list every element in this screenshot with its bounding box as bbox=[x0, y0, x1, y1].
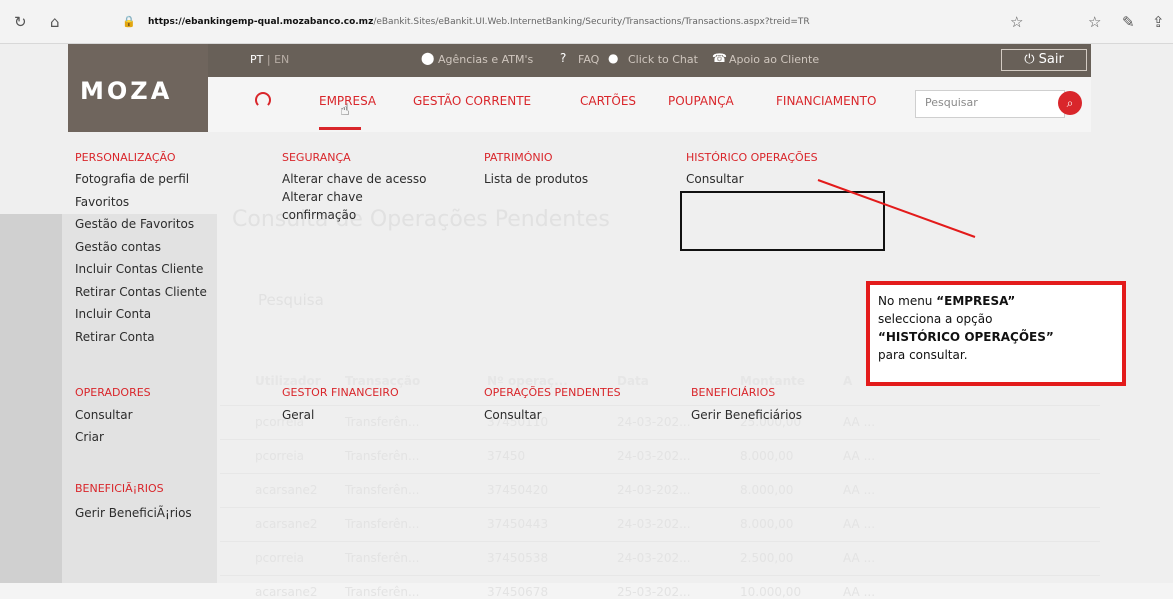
url-path: /eBankit.Sites/eBankit.UI.Web.InternetBa… bbox=[373, 17, 810, 27]
bank-page: MOZA PT | EN ⬤ Agências e ATM's ? FAQ ● … bbox=[0, 44, 1173, 599]
callout-text-2: selecciona a opção bbox=[878, 312, 993, 326]
table-cell: AA ... bbox=[843, 585, 876, 599]
callout-text-1: No menu bbox=[878, 294, 937, 308]
url-host: https://ebankingemp-qual.mozabanco.co.mz bbox=[148, 17, 374, 27]
favorite-icon[interactable]: ☆ bbox=[1010, 14, 1023, 30]
lock-icon: 🔒 bbox=[122, 15, 136, 28]
callout-text-4: para consultar. bbox=[878, 348, 968, 362]
table-cell: 25-03-202... bbox=[617, 585, 691, 599]
browser-toolbar: ↻ ⌂ 🔒 https://ebankingemp-qual.mozabanco… bbox=[0, 0, 1173, 44]
share-icon[interactable]: ⇪ bbox=[1152, 14, 1165, 30]
callout-bold-2: “HISTÓRICO OPERAÇÕES” bbox=[878, 330, 1054, 344]
pen-icon[interactable]: ✎ bbox=[1122, 14, 1135, 30]
favorites-bar-icon[interactable]: ☆ bbox=[1088, 14, 1101, 30]
address-bar[interactable]: https://ebankingemp-qual.mozabanco.co.mz… bbox=[148, 11, 992, 33]
reload-icon[interactable]: ↻ bbox=[14, 14, 27, 30]
instruction-callout: No menu “EMPRESA” selecciona a opção “HI… bbox=[866, 281, 1126, 386]
home-icon[interactable]: ⌂ bbox=[50, 14, 60, 30]
table-cell: acarsane2 bbox=[255, 585, 318, 599]
table-cell: Transferên... bbox=[345, 585, 420, 599]
table-cell: 10.000,00 bbox=[740, 585, 802, 599]
table-cell: 37450678 bbox=[487, 585, 549, 599]
callout-bold-1: “EMPRESA” bbox=[936, 294, 1016, 308]
